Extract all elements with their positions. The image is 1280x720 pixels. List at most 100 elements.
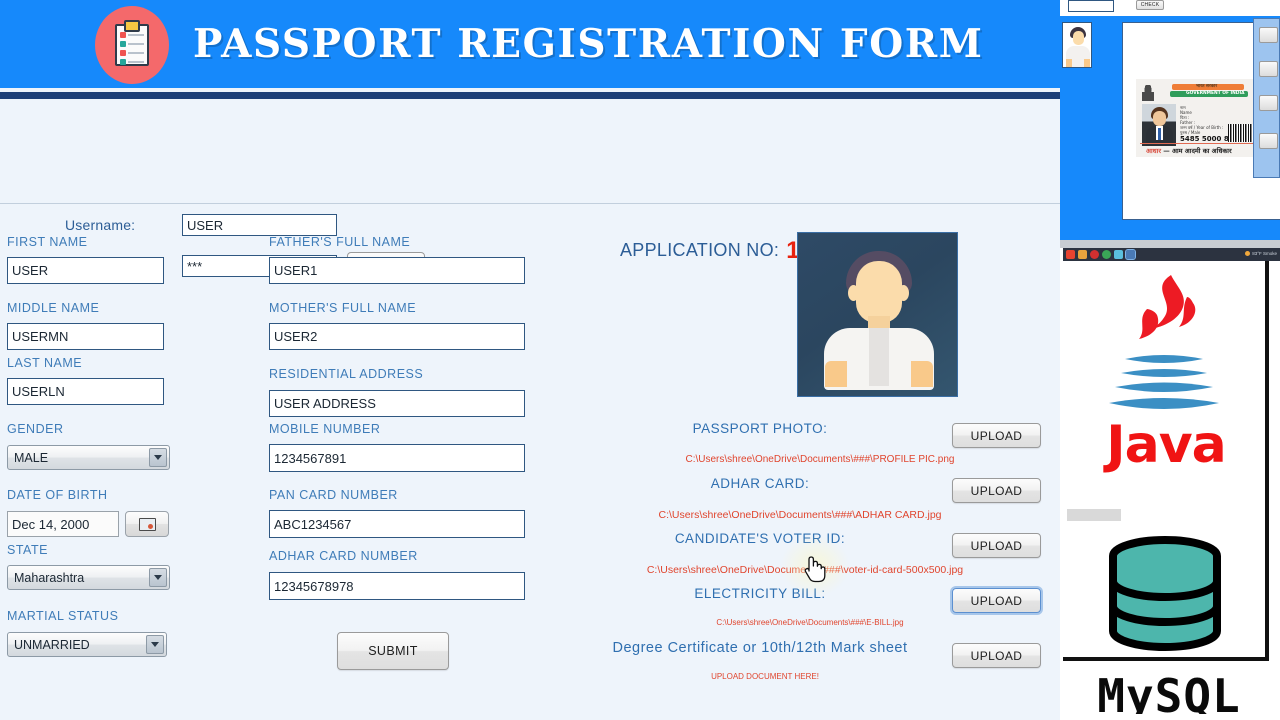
state-value: Maharashtra bbox=[14, 570, 85, 585]
video-content: Java MySQL bbox=[1063, 261, 1269, 719]
java-steam-icon bbox=[1139, 275, 1196, 339]
last-name-input[interactable]: USERLN bbox=[7, 378, 164, 405]
sidebar-bottom-strip bbox=[1060, 714, 1280, 720]
java-cup-icon bbox=[1109, 355, 1219, 409]
passport-registration-window: PASSPORT REGISTRATION FORM Username: USE… bbox=[0, 0, 1060, 720]
middle-name-label: MIDDLE NAME bbox=[7, 301, 100, 315]
clipboard-checklist-icon bbox=[95, 6, 169, 84]
chevron-down-icon[interactable] bbox=[149, 568, 167, 587]
submit-button[interactable]: SUBMIT bbox=[337, 632, 449, 670]
video-gray-box bbox=[1067, 509, 1121, 521]
explorer-icon bbox=[1078, 250, 1087, 259]
chevron-down-icon[interactable] bbox=[146, 635, 164, 654]
screenshot-root: PASSPORT REGISTRATION FORM Username: USE… bbox=[0, 0, 1280, 720]
passport-photo-preview bbox=[797, 232, 958, 397]
photo-arm-right bbox=[911, 361, 933, 387]
adhar-card-label: ADHAR CARD NUMBER bbox=[269, 549, 418, 563]
java-wordmark: Java bbox=[1106, 415, 1226, 475]
india-emblem-icon bbox=[1142, 85, 1154, 101]
secondary-input[interactable] bbox=[1068, 0, 1114, 12]
chrome-icon bbox=[1102, 250, 1111, 259]
check-button[interactable]: CHECK bbox=[1136, 0, 1164, 10]
secondary-photo-thumbnail bbox=[1062, 22, 1092, 68]
upload-label-electricity-bill: ELECTRICITY BILL: bbox=[694, 586, 826, 601]
panel-button-2[interactable] bbox=[1259, 61, 1278, 77]
video-overlay-panel: 83°F Smoke Java MySQL bbox=[1060, 248, 1280, 720]
martial-status-value: UNMARRIED bbox=[14, 637, 90, 652]
martial-status-label: MARTIAL STATUS bbox=[7, 609, 119, 623]
father-name-label: FATHER'S FULL NAME bbox=[269, 235, 411, 249]
taskbar-weather: 83°F Smoke bbox=[1245, 251, 1277, 256]
photo-placket bbox=[869, 328, 889, 386]
pan-card-input[interactable]: ABC1234567 bbox=[269, 510, 525, 538]
dob-label: DATE OF BIRTH bbox=[7, 488, 108, 502]
thumb-arm-left bbox=[1066, 59, 1072, 67]
username-label: Username: bbox=[65, 217, 136, 233]
state-select[interactable]: Maharashtra bbox=[7, 565, 170, 590]
pan-card-label: PAN CARD NUMBER bbox=[269, 488, 398, 502]
upload-path-voter-id: C:\Users\shree\OneDrive\Documents\###\vo… bbox=[646, 564, 964, 576]
app-banner: PASSPORT REGISTRATION FORM bbox=[0, 0, 1060, 88]
page-title: PASSPORT REGISTRATION FORM bbox=[193, 21, 984, 67]
last-name-label: LAST NAME bbox=[7, 356, 83, 370]
banner-underline bbox=[0, 92, 1060, 99]
taskbar-weather-text: 83°F Smoke bbox=[1252, 251, 1277, 256]
photo-arm-left bbox=[825, 361, 847, 387]
mysql-wordmark: MySQL bbox=[1097, 669, 1241, 720]
chevron-down-icon[interactable] bbox=[149, 448, 167, 467]
upload-button-degree-certificate[interactable]: UPLOAD bbox=[952, 643, 1041, 668]
app-icon bbox=[1125, 249, 1136, 260]
dob-input[interactable]: Dec 14, 2000 bbox=[7, 511, 119, 537]
residential-address-label: RESIDENTIAL ADDRESS bbox=[269, 367, 424, 381]
first-name-input[interactable]: USER bbox=[7, 257, 164, 284]
upload-button-electricity-bill[interactable]: UPLOAD bbox=[952, 588, 1041, 613]
netbeans-icon bbox=[1114, 250, 1123, 259]
upload-path-adhar-card: C:\Users\shree\OneDrive\Documents\###\AD… bbox=[658, 509, 942, 521]
section-divider bbox=[0, 203, 1060, 204]
upload-label-passport-photo: PASSPORT PHOTO: bbox=[692, 421, 828, 436]
mobile-number-input[interactable]: 1234567891 bbox=[269, 444, 525, 472]
state-label: STATE bbox=[7, 543, 48, 557]
secondary-app-header: CHECK bbox=[1060, 0, 1280, 16]
aadhaar-portrait bbox=[1142, 104, 1176, 146]
adhar-card-input[interactable]: 12345678978 bbox=[269, 572, 525, 600]
upload-hint-degree-certificate: UPLOAD DOCUMENT HERE! bbox=[711, 672, 819, 681]
secondary-button-panel bbox=[1253, 18, 1280, 178]
gender-select[interactable]: MALE bbox=[7, 445, 170, 470]
login-section: Username: USER Password: *** APP NO APPL… bbox=[0, 99, 1060, 279]
photo-face bbox=[856, 261, 902, 323]
panel-button-4[interactable] bbox=[1259, 133, 1278, 149]
thumb-arm-right bbox=[1084, 59, 1090, 67]
username-input[interactable]: USER bbox=[182, 214, 337, 236]
aadhaar-gov-english: GOVERNMENT OF INDIA bbox=[1186, 90, 1245, 96]
aadhaar-slogan-rest: — आम आदमी का अधिकार bbox=[1163, 147, 1232, 155]
aadhaar-portrait-tie bbox=[1158, 128, 1161, 140]
mother-name-label: MOTHER'S FULL NAME bbox=[269, 301, 417, 315]
aadhaar-portrait-face bbox=[1153, 111, 1166, 126]
panel-button-3[interactable] bbox=[1259, 95, 1278, 111]
upload-button-passport-photo[interactable]: UPLOAD bbox=[952, 423, 1041, 448]
upload-label-adhar-card: ADHAR CARD: bbox=[710, 476, 810, 491]
opera-icon bbox=[1066, 250, 1075, 259]
thumb-face bbox=[1073, 31, 1084, 45]
martial-status-select[interactable]: UNMARRIED bbox=[7, 632, 167, 657]
upload-button-adhar-card[interactable]: UPLOAD bbox=[952, 478, 1041, 503]
upload-button-voter-id[interactable]: UPLOAD bbox=[952, 533, 1041, 558]
residential-address-input[interactable]: USER ADDRESS bbox=[269, 390, 525, 417]
panel-button-1[interactable] bbox=[1259, 27, 1278, 43]
gender-value: MALE bbox=[14, 450, 49, 465]
record-icon bbox=[1090, 250, 1099, 259]
upload-path-electricity-bill: C:\Users\shree\OneDrive\Documents\###\E-… bbox=[716, 618, 904, 627]
right-sidebar: CHECK भारत सरकार GOVERNMENT OF INDIA नाम… bbox=[1060, 0, 1280, 720]
calendar-picker-button[interactable] bbox=[125, 511, 169, 537]
upload-label-degree-certificate: Degree Certificate or 10th/12th Mark she… bbox=[612, 640, 908, 656]
first-name-label: FIRST NAME bbox=[7, 235, 88, 249]
window-gap-band bbox=[1060, 240, 1280, 248]
calendar-icon bbox=[138, 517, 156, 531]
video-taskbar: 83°F Smoke bbox=[1063, 248, 1280, 261]
father-name-input[interactable]: USER1 bbox=[269, 257, 525, 284]
middle-name-input[interactable]: USERMN bbox=[7, 323, 164, 350]
weather-icon bbox=[1245, 251, 1251, 256]
application-no-label: APPLICATION NO: bbox=[620, 240, 780, 260]
mother-name-input[interactable]: USER2 bbox=[269, 323, 525, 350]
